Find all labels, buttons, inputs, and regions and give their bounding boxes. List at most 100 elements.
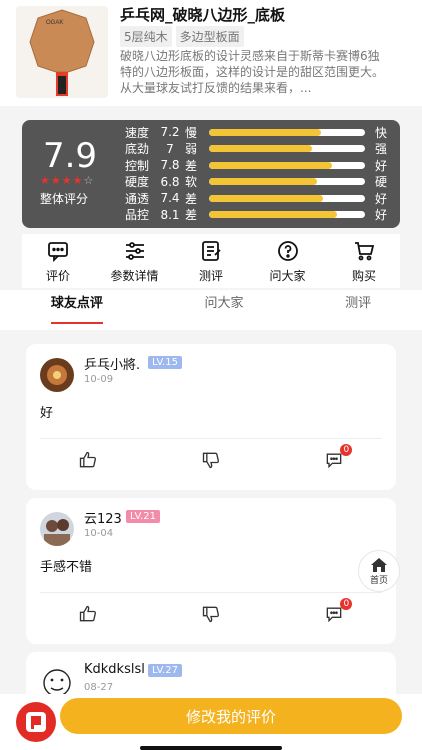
product-card[interactable]: OGAK 乒乓网_破晓八边形_底板 5层纯木 多边型板面 破晓八边形底板的设计灵… [0,0,422,106]
thumbs-up-icon [79,451,96,468]
metric-high-label: 硬 [374,175,387,190]
comment-username[interactable]: Kdkdkslsl [84,662,145,677]
tag-shape: 多边型板面 [175,26,244,47]
reply-button[interactable]: 0 [304,444,364,470]
thumbs-down-icon [202,606,219,623]
metric-row: 底劲 7 弱 强 [125,141,395,158]
metric-high-label: 好 [374,158,387,173]
user-level-badge: LV.21 [126,510,160,523]
action-buy[interactable]: 购买 [328,234,400,288]
dislike-button[interactable] [181,604,241,624]
review-icon [202,240,221,261]
metric-bar-fill [209,194,323,202]
thumbs-down-icon [202,452,219,469]
tab-evaluation[interactable]: 测评 [345,290,371,330]
product-title: 乒乓网_破晓八边形_底板 [120,6,286,24]
thumbs-up-icon [79,605,96,622]
metric-name: 速度 [125,125,150,140]
metric-bar-fill [209,178,317,186]
product-image: OGAK [16,6,108,98]
action-ask-label: 问大家 [269,268,306,283]
tag-ply: 5层纯木 [120,26,172,47]
metric-value: 6.8 [160,174,180,189]
like-button[interactable] [58,450,118,470]
tab-player-reviews[interactable]: 球友点评 [50,290,103,330]
comment-username[interactable]: 乒乓小將. [84,354,140,373]
metric-low-label: 弱 [185,142,198,157]
metric-name: 品控 [125,208,150,223]
reply-button[interactable]: 0 [304,598,364,624]
action-params-label: 参数详情 [110,268,159,283]
metric-bar-fill [209,161,333,169]
metric-row: 通透 7.4 差 好 [125,190,395,207]
metric-low-label: 慢 [185,125,198,140]
metric-bar [209,194,365,202]
question-icon [277,240,298,261]
tab-bar: 球友点评 问大家 测评 [0,290,422,330]
metric-value: 7.4 [160,191,180,206]
overall-score: 7.9 [42,136,98,176]
metric-name: 控制 [125,158,150,173]
metric-bar-fill [209,145,312,153]
metric-low-label: 差 [185,208,198,223]
metric-value: 7 [166,141,174,156]
metric-low-label: 差 [185,191,198,206]
sliders-icon [125,241,144,260]
svg-text:OGAK: OGAK [46,20,63,26]
metric-bar [209,161,365,169]
comment-text: 好 [40,406,54,421]
cart-icon [355,241,375,260]
metric-bar [209,211,365,219]
comment-icon [48,241,68,262]
metric-row: 品控 8.1 差 好 [125,207,395,224]
metric-high-label: 强 [374,142,387,157]
comment-date: 10-09 [84,374,114,385]
metric-row: 控制 7.8 差 好 [125,157,395,174]
metric-value: 8.1 [160,207,180,222]
home-indicator [140,746,282,750]
metric-bar-fill [209,128,322,136]
comment-card: 乒乓小將. LV.15 10-09 好 0 [26,344,396,490]
action-ask[interactable]: 问大家 [252,234,324,288]
action-comment-label: 评价 [45,268,70,283]
edit-my-review-button[interactable]: 修改我的评价 [60,698,402,734]
avatar[interactable] [40,358,74,392]
metric-bar [209,128,365,136]
divider [40,592,382,593]
product-description: 破晓八边形底板的设计灵感来自于斯蒂卡赛博6独特的八边形板面，这样的设计是的甜区范… [120,49,385,95]
action-comment[interactable]: 评价 [22,234,94,288]
metric-bar [209,145,365,153]
comment-card: 云123 LV.21 10-04 手感不错 0 [26,498,396,644]
comment-card: Kdkdkslsl LV.27 08-27 [26,652,396,694]
bottom-bar: 修改我的评价 [0,694,422,750]
score-panel: 7.9 ★★★★☆ 整体评分 速度 7.2 慢快底劲 7 弱强控制 7.8 差好硬度 6.8 软… [22,120,400,228]
dislike-button[interactable] [181,450,241,470]
metric-value: 7.2 [160,125,180,140]
app-logo[interactable] [16,702,56,742]
avatar[interactable] [40,512,74,546]
action-bar: 评价 参数详情 测评 问大家 购买 [22,234,400,288]
avatar[interactable] [40,666,74,694]
metrics-list: 速度 7.2 慢快底劲 7 弱强控制 7.8 差好硬度 6.8 软硬通透 7.4 差好品控 8.1 差好 [125,124,395,223]
home-icon [371,557,387,572]
action-review[interactable]: 测评 [175,234,247,288]
user-level-badge: LV.27 [148,664,182,677]
metric-name: 硬度 [125,175,150,190]
tab-ask-everyone[interactable]: 问大家 [204,290,243,330]
action-params[interactable]: 参数详情 [99,234,171,288]
metric-bar [209,178,365,186]
metric-high-label: 快 [374,125,387,140]
comment-username[interactable]: 云123 [84,508,122,527]
like-button[interactable] [58,604,118,624]
comment-date: 10-04 [84,528,114,539]
metric-bar-fill [209,211,337,219]
metric-high-label: 好 [374,191,387,206]
divider [40,438,382,439]
metric-low-label: 软 [185,175,198,190]
metric-name: 通透 [125,191,150,206]
overall-score-label: 整体评分 [40,192,89,206]
metric-name: 底劲 [125,142,150,157]
action-buy-label: 购买 [351,268,376,283]
metric-low-label: 差 [185,158,198,173]
home-button[interactable]: 首页 [358,550,400,592]
